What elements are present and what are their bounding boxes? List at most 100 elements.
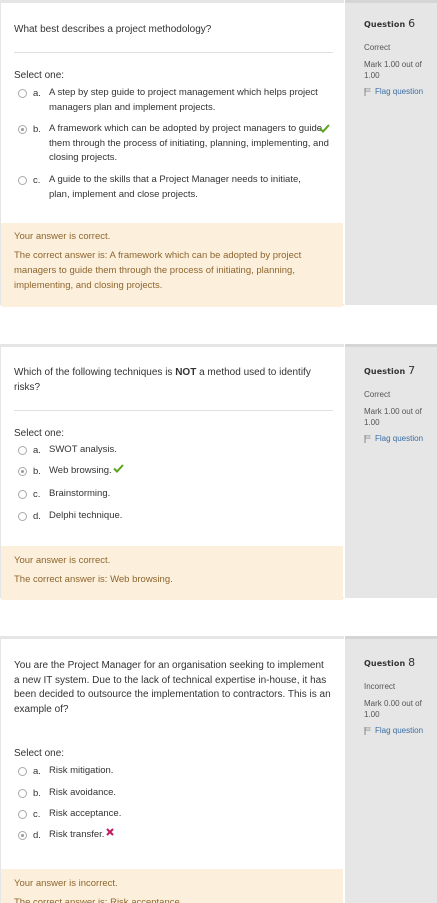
question-text: Which of the following techniques is NOT… [14, 366, 334, 395]
question-label: Question [364, 20, 406, 29]
radio-button-selected[interactable] [18, 467, 27, 476]
question-7: Which of the following techniques is NOT… [0, 344, 437, 600]
correct-check-icon [319, 124, 330, 133]
question-state: Incorrect [364, 682, 396, 691]
question-state: Correct [364, 390, 391, 399]
option-label[interactable]: Brainstorming. [49, 487, 110, 502]
radio-button[interactable] [18, 789, 27, 798]
incorrect-cross-icon [106, 828, 115, 837]
option-a[interactable]: a. A step by step guide to project manag… [18, 86, 333, 115]
radio-button[interactable] [18, 512, 27, 521]
radio-button[interactable] [18, 490, 27, 499]
flag-question-label[interactable]: Flag question [375, 434, 423, 443]
option-b[interactable]: b. A framework which can be adopted by p… [18, 122, 333, 166]
outcome-panel: Your answer is correct. The correct answ… [1, 223, 343, 307]
option-label[interactable]: Web browsing. [49, 464, 124, 479]
flag-question-link[interactable]: Flag question [364, 726, 437, 735]
option-label-text: Risk transfer. [49, 829, 105, 840]
option-d[interactable]: d. Delphi technique. [18, 509, 333, 524]
flag-question-link[interactable]: Flag question [364, 87, 437, 96]
option-c[interactable]: c. Brainstorming. [18, 487, 333, 502]
option-d[interactable]: d. Risk transfer. [18, 828, 333, 843]
question-grade: Mark 1.00 out of 1.00 [364, 60, 422, 80]
right-answer-text: The correct answer is: Web browsing. [14, 574, 173, 585]
question-state: Correct [364, 43, 391, 52]
option-letter: c. [33, 809, 41, 820]
select-one-prompt: Select one: [14, 748, 65, 759]
option-a[interactable]: a. SWOT analysis. [18, 443, 333, 458]
option-c[interactable]: c. A guide to the skills that a Project … [18, 173, 333, 202]
radio-button[interactable] [18, 810, 27, 819]
question-number-value: 6 [408, 17, 416, 30]
outcome-panel: Your answer is incorrect. The correct an… [1, 869, 343, 903]
radio-button-selected[interactable] [18, 831, 27, 840]
flag-icon [364, 87, 372, 96]
option-letter: a. [33, 445, 41, 456]
right-answer-text: The correct answer is: Risk acceptance. [14, 897, 183, 903]
flag-question-label[interactable]: Flag question [375, 726, 423, 735]
right-answer-text: The correct answer is: A framework which… [14, 250, 302, 291]
option-label[interactable]: A step by step guide to project manageme… [49, 86, 321, 115]
question-text: What best describes a project methodolog… [14, 24, 212, 35]
option-label[interactable]: SWOT analysis. [49, 443, 117, 458]
question-label: Question [364, 367, 406, 376]
option-label[interactable]: A framework which can be adopted by proj… [49, 122, 333, 166]
question-text: You are the Project Manager for an organ… [14, 660, 331, 715]
flag-icon [364, 726, 372, 735]
option-letter: d. [33, 511, 41, 522]
question-number-value: 8 [408, 656, 416, 669]
question-7-content: Which of the following techniques is NOT… [0, 344, 344, 600]
option-label[interactable]: Risk avoidance. [49, 786, 116, 801]
option-letter: b. [33, 124, 41, 135]
option-label[interactable]: Delphi technique. [49, 509, 122, 524]
feedback-text: Your answer is correct. [14, 231, 111, 242]
option-label[interactable]: Risk mitigation. [49, 764, 113, 779]
option-letter: b. [33, 466, 41, 477]
question-info: Question 7 Correct Mark 1.00 out of 1.00… [345, 344, 437, 598]
option-letter: b. [33, 788, 41, 799]
divider [14, 410, 333, 411]
option-letter: a. [33, 766, 41, 777]
flag-question-label[interactable]: Flag question [375, 87, 423, 96]
question-text-part: Which of the following techniques is [14, 367, 176, 378]
question-8: You are the Project Manager for an organ… [0, 636, 437, 903]
option-label[interactable]: Risk acceptance. [49, 807, 121, 822]
option-b[interactable]: b. Risk avoidance. [18, 786, 333, 801]
question-info: Question 8 Incorrect Mark 0.00 out of 1.… [345, 636, 437, 903]
question-6: What best describes a project methodolog… [0, 0, 437, 307]
question-label: Question [364, 659, 406, 668]
outcome-panel: Your answer is correct. The correct answ… [1, 546, 343, 600]
option-letter: c. [33, 175, 41, 186]
radio-button[interactable] [18, 89, 27, 98]
question-info: Question 6 Correct Mark 1.00 out of 1.00… [345, 0, 437, 305]
question-grade: Mark 0.00 out of 1.00 [364, 699, 422, 719]
option-label-text: A framework which can be adopted by proj… [49, 123, 329, 163]
radio-button[interactable] [18, 176, 27, 185]
question-grade: Mark 1.00 out of 1.00 [364, 407, 422, 427]
option-b[interactable]: b. Web browsing. [18, 464, 333, 479]
option-letter: c. [33, 489, 41, 500]
feedback-text: Your answer is correct. [14, 555, 111, 566]
radio-button[interactable] [18, 446, 27, 455]
option-letter: a. [33, 88, 41, 99]
select-one-prompt: Select one: [14, 428, 65, 439]
question-number: Question 8 [364, 656, 437, 669]
option-label[interactable]: Risk transfer. [49, 828, 115, 843]
question-text-emphasis: NOT [175, 367, 197, 378]
question-number: Question 6 [364, 17, 437, 30]
option-label[interactable]: A guide to the skills that a Project Man… [49, 173, 309, 202]
question-number: Question 7 [364, 364, 437, 377]
option-a[interactable]: a. Risk mitigation. [18, 764, 333, 779]
option-letter: d. [33, 830, 41, 841]
option-c[interactable]: c. Risk acceptance. [18, 807, 333, 822]
flag-icon [364, 434, 372, 443]
option-label-text: Web browsing. [49, 465, 112, 476]
correct-check-icon [112, 464, 124, 473]
question-6-content: What best describes a project methodolog… [0, 0, 344, 307]
select-one-prompt: Select one: [14, 70, 65, 81]
radio-button[interactable] [18, 767, 27, 776]
flag-question-link[interactable]: Flag question [364, 434, 437, 443]
question-8-content: You are the Project Manager for an organ… [0, 636, 344, 903]
radio-button-selected[interactable] [18, 125, 27, 134]
feedback-text: Your answer is incorrect. [14, 878, 118, 889]
